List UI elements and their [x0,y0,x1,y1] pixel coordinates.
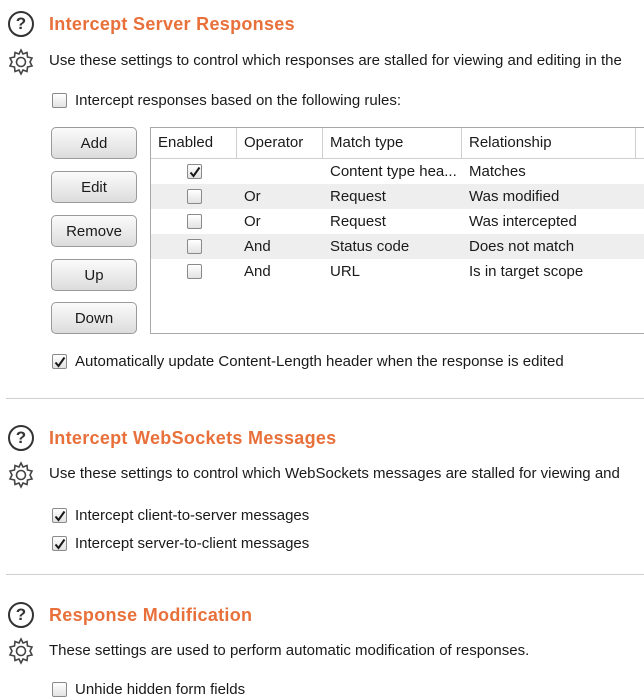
down-button[interactable]: Down [51,302,137,334]
remove-button[interactable]: Remove [51,215,137,247]
table-row[interactable]: And Status code Does not match [151,234,644,259]
up-button[interactable]: Up [51,259,137,291]
row-match-type: Request [330,188,386,205]
column-header-match-type[interactable]: Match type [323,128,462,158]
gear-icon[interactable] [6,47,36,77]
intercept-rules-label: Intercept responses based on the followi… [75,92,402,109]
table-row[interactable]: And URL Is in target scope [151,259,644,284]
checkmark-icon [54,510,65,522]
row-match-type: Status code [330,238,410,255]
row-relationship: Was intercepted [469,213,577,230]
row-operator: And [244,263,271,280]
up-button-label: Up [84,266,104,284]
section-title-intercept-websockets: Intercept WebSockets Messages [49,428,337,448]
row-enabled-checkbox[interactable] [187,189,202,204]
row-relationship: Matches [469,163,526,180]
table-row[interactable]: Or Request Was intercepted [151,209,644,234]
row-operator: Or [244,213,261,230]
gear-icon[interactable] [6,636,36,666]
auto-update-content-length-checkbox[interactable] [52,354,67,369]
intercept-client-to-server-checkbox[interactable] [52,508,67,523]
remove-button-label: Remove [66,222,122,240]
help-icon[interactable]: ? [8,602,34,628]
add-button-label: Add [80,134,108,152]
edit-button[interactable]: Edit [51,171,137,203]
column-header-operator[interactable]: Operator [237,128,323,158]
row-enabled-checkbox[interactable] [187,239,202,254]
table-header: Enabled Operator Match type Relationship [151,128,644,159]
row-relationship: Does not match [469,238,575,255]
row-enabled-checkbox[interactable] [187,164,202,179]
help-icon[interactable]: ? [8,11,34,37]
column-header-enabled[interactable]: Enabled [151,128,237,158]
add-button[interactable]: Add [51,127,137,159]
auto-update-content-length-label: Automatically update Content-Length head… [75,353,564,370]
rules-table[interactable]: Enabled Operator Match type Relationship… [150,127,644,334]
section-divider [6,574,644,575]
row-operator: And [244,238,271,255]
row-relationship: Was modified [469,188,560,205]
edit-button-label: Edit [81,178,107,196]
row-match-type: URL [330,263,361,280]
checkmark-icon [189,166,200,178]
section-title-response-modification: Response Modification [49,605,253,625]
help-icon[interactable]: ? [8,425,34,451]
intercept-rules-checkbox[interactable] [52,93,67,108]
gear-icon[interactable] [6,460,36,490]
row-relationship: Is in target scope [469,263,584,280]
intercept-server-to-client-checkbox[interactable] [52,536,67,551]
section-title-intercept-responses: Intercept Server Responses [49,14,295,34]
table-row[interactable]: Content type hea... Matches [151,159,644,184]
section-description-intercept-responses: Use these settings to control which resp… [49,52,622,69]
section-description-response-modification: These settings are used to perform autom… [49,642,530,659]
row-match-type: Request [330,213,386,230]
row-enabled-checkbox[interactable] [187,264,202,279]
down-button-label: Down [74,309,114,327]
intercept-server-to-client-label: Intercept server-to-client messages [75,535,310,552]
row-operator: Or [244,188,261,205]
table-row[interactable]: Or Request Was modified [151,184,644,209]
row-operator [237,159,323,184]
row-enabled-checkbox[interactable] [187,214,202,229]
section-divider [6,398,644,399]
section-description-intercept-websockets: Use these settings to control which WebS… [49,465,620,482]
row-match-type: Content type hea... [330,163,457,180]
checkmark-icon [54,356,65,368]
column-header-relationship[interactable]: Relationship [462,128,636,158]
checkmark-icon [54,538,65,550]
intercept-client-to-server-label: Intercept client-to-server messages [75,507,310,524]
